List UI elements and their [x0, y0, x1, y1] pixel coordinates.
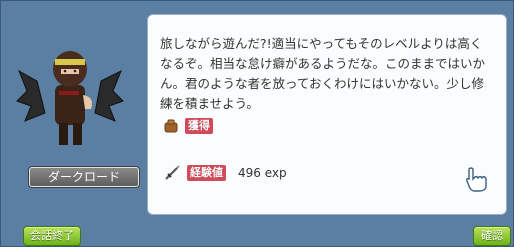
dialog-text: 旅しながら遊んだ?!適当にやってもそのレベルよりは高くなるぞ。相当な怠け癖がある…	[160, 36, 486, 111]
npc-dialog-window: ダークロード 旅しながら遊んだ?!適当にやってもそのレベルよりは高くなるぞ。相当…	[0, 0, 514, 247]
reward-exp-row: 経験値 496 exp	[163, 163, 287, 183]
exp-value: 496 exp	[238, 166, 287, 180]
reward-obtain-row: 獲得	[163, 116, 213, 136]
bag-icon	[164, 119, 178, 133]
npc-name-plate: ダークロード	[29, 167, 139, 187]
sword-icon	[165, 165, 180, 180]
end-chat-button[interactable]: 会話終了	[23, 226, 81, 246]
confirm-button[interactable]: 確認	[473, 226, 511, 246]
obtain-label: 獲得	[185, 118, 213, 134]
dark-lord-character-icon	[16, 51, 124, 145]
pointing-hand-cursor-icon	[466, 167, 487, 192]
npc-portrait: ダークロード	[9, 21, 139, 187]
exp-label: 経験値	[187, 165, 226, 181]
